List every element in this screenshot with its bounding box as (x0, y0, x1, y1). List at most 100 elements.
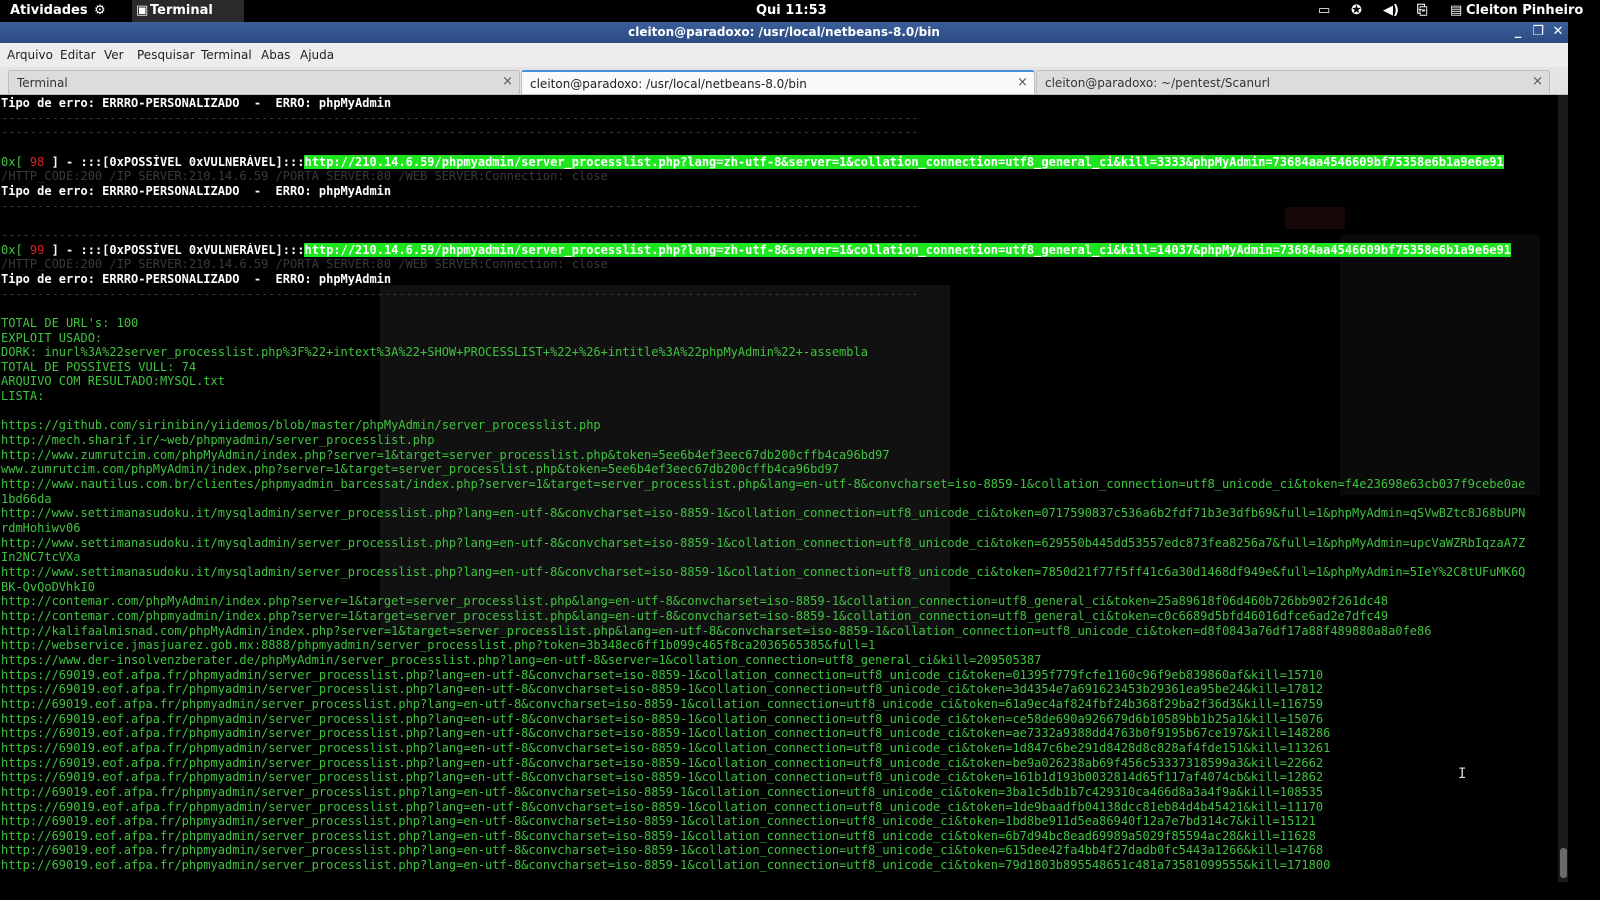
line-prefix: 0x[ (1, 242, 23, 257)
terminal-line: https://69019.eof.afpa.fr/phpmyadmin/ser… (1, 667, 1324, 682)
terminal-line: https://69019.eof.afpa.fr/phpmyadmin/ser… (1, 770, 1324, 785)
terminal-line: In2NC7tcVXa (1, 550, 81, 565)
terminal-line: Tipo de erro: ERRRO-PERSONALIZADO - ERRO… (1, 96, 392, 110)
system-top-bar: Atividades ⚙ ▣ Terminal Qui 11:53 ▭ ✪ ◀)… (0, 0, 1583, 22)
tab-label: cleiton@paradoxo: ~/pentest/Scanurl (1045, 76, 1270, 90)
tab-label: Terminal (17, 76, 68, 90)
menu-ajuda[interactable]: Ajuda (300, 48, 334, 62)
terminal-line: https://69019.eof.afpa.fr/phpmyadmin/ser… (1, 755, 1324, 770)
folder-icon[interactable]: ▭ (1318, 3, 1330, 18)
minimize-icon[interactable]: _ (1510, 24, 1526, 40)
tab-bar: Terminal × cleiton@paradoxo: /usr/local/… (0, 67, 1568, 95)
menu-arquivo[interactable]: Arquivo (7, 48, 53, 62)
terminal-line: www.zumrutcim.com/phpMyAdmin/index.php?s… (1, 462, 840, 477)
terminal-line: ----------------------------------------… (1, 227, 919, 242)
terminal-line: LISTA: (1, 389, 45, 404)
terminal-line: http://webservice.jmasjuarez.gob.mx:8888… (1, 638, 876, 653)
menu-bar: Arquivo Editar Ver Pesquisar Terminal Ab… (0, 43, 1568, 68)
terminal-line: rdmHohiwv06 (1, 521, 81, 536)
line-prefix: 0x[ (1, 154, 23, 169)
terminal-app-icon: ▣ (136, 3, 149, 18)
terminal-line: 0x[ 98 ] - :::[0xPOSSÍVEL 0xVULNERÁVEL]:… (1, 154, 1525, 170)
app-menu[interactable]: ▣ Terminal (132, 0, 244, 22)
terminal-line: http://www.settimanasudoku.it/mysqladmin… (1, 506, 1526, 521)
tab-scanurl[interactable]: cleiton@paradoxo: ~/pentest/Scanurl × (1036, 70, 1550, 94)
terminal-line: /HTTP_CODE:200 /IP SERVER:210.14.6.59 /P… (1, 257, 608, 272)
terminal-line: https://www.der-insolvenzberater.de/phpM… (1, 652, 1042, 667)
menu-ver[interactable]: Ver (104, 48, 124, 62)
tab-close-icon[interactable]: × (1017, 75, 1028, 90)
accessibility-icon[interactable]: ✪ (1351, 3, 1362, 18)
close-icon[interactable]: ✕ (1550, 24, 1566, 40)
tab-close-icon[interactable]: × (502, 74, 513, 89)
terminal-output[interactable]: Tipo de erro: ERRRO-PERSONALIZADO - ERRO… (0, 95, 1558, 882)
menu-abas[interactable]: Abas (261, 48, 290, 62)
terminal-line: http://contemar.com/phpmyadmin/index.php… (1, 608, 1389, 623)
activities-button[interactable]: Atividades (10, 3, 88, 18)
app-menu-label: Terminal (150, 3, 213, 18)
terminal-line: http://69019.eof.afpa.fr/phpmyadmin/serv… (1, 828, 1316, 843)
terminal-line: Tipo de erro: ERRRO-PERSONALIZADO - ERRO… (1, 271, 392, 286)
terminal-line: http://kalifaalmisnad.com/phpMyAdmin/ind… (1, 623, 1432, 638)
terminal-line: http://www.settimanasudoku.it/mysqladmin… (1, 565, 1526, 579)
terminal-line: http://www.settimanasudoku.it/mysqladmin… (1, 535, 1526, 550)
terminal-line: https://github.com/sirinibin/yiidemos/bl… (1, 418, 601, 433)
terminal-line: EXPLOIT USADO: (1, 330, 103, 345)
terminal-line: http://contemar.com/phpMyAdmin/index.php… (1, 594, 1389, 609)
window-title-bar[interactable]: cleiton@paradoxo: /usr/local/netbeans-8.… (0, 22, 1568, 43)
terminal-line: ARQUIVO COM RESULTADO:MYSQL.txt (1, 374, 225, 389)
terminal-line: /HTTP_CODE:200 /IP SERVER:210.14.6.59 /P… (1, 169, 608, 184)
network-icon[interactable]: ⎘ (1417, 3, 1427, 18)
vulnerable-label: ] - :::[0xPOSSÍVEL 0xVULNERÁVEL]::: (51, 242, 305, 257)
maximize-icon[interactable]: ❐ (1530, 24, 1546, 40)
menu-pesquisar[interactable]: Pesquisar (137, 48, 195, 62)
scrollbar-thumb[interactable] (1560, 848, 1567, 878)
terminal-line: https://69019.eof.afpa.fr/phpmyadmin/ser… (1, 682, 1324, 697)
terminal-line: http://www.zumrutcim.com/phpMyAdmin/inde… (1, 447, 890, 462)
window-title: cleiton@paradoxo: /usr/local/netbeans-8.… (628, 25, 940, 39)
tab-close-icon[interactable]: × (1532, 74, 1543, 89)
terminal-line: DORK: inurl%3A%22server_processlist.php%… (1, 345, 868, 360)
menu-editar[interactable]: Editar (60, 48, 96, 62)
terminal-line: http://www.nautilus.com.br/clientes/phpm… (1, 477, 1526, 492)
terminal-lines: Tipo de erro: ERRRO-PERSONALIZADO - ERRO… (1, 96, 1525, 873)
terminal-line: ----------------------------------------… (1, 198, 919, 213)
terminal-line: https://69019.eof.afpa.fr/phpmyadmin/ser… (1, 726, 1331, 741)
terminal-line: https://69019.eof.afpa.fr/phpmyadmin/ser… (1, 711, 1324, 726)
clock[interactable]: Qui 11:53 (756, 3, 827, 18)
terminal-line: TOTAL DE POSSÍVEIS VULL: 74 (1, 359, 197, 374)
tab-label: cleiton@paradoxo: /usr/local/netbeans-8.… (530, 77, 807, 91)
result-number: 98 (22, 154, 52, 169)
terminal-line: TOTAL DE URL's: 100 (1, 315, 139, 330)
terminal-line: 1bd66da (1, 491, 52, 506)
vulnerable-label: ] - :::[0xPOSSÍVEL 0xVULNERÁVEL]::: (51, 154, 305, 169)
terminal-line: https://69019.eof.afpa.fr/phpmyadmin/ser… (1, 740, 1331, 755)
terminal-line: ----------------------------------------… (1, 286, 919, 301)
vulnerable-url[interactable]: http://210.14.6.59/phpmyadmin/server_pro… (304, 154, 1504, 169)
terminal-line: http://69019.eof.afpa.fr/phpmyadmin/serv… (1, 696, 1324, 711)
text-cursor-icon: I (1458, 766, 1467, 782)
terminal-line: Tipo de erro: ERRRO-PERSONALIZADO - ERRO… (1, 183, 392, 198)
user-menu[interactable]: Cleiton Pinheiro (1466, 3, 1583, 18)
tab-netbeans[interactable]: cleiton@paradoxo: /usr/local/netbeans-8.… (521, 70, 1035, 94)
terminal-line: http://69019.eof.afpa.fr/phpmyadmin/serv… (1, 843, 1324, 858)
terminal-line: http://69019.eof.afpa.fr/phpmyadmin/serv… (1, 814, 1316, 829)
vulnerable-url[interactable]: http://210.14.6.59/phpmyadmin/server_pro… (304, 242, 1511, 257)
gnome-foot-icon: ⚙ (94, 3, 106, 18)
tab-terminal[interactable]: Terminal × (8, 70, 520, 94)
terminal-line: http://69019.eof.afpa.fr/phpmyadmin/serv… (1, 858, 1331, 873)
terminal-line: http://mech.sharif.ir/~web/phpmyadmin/se… (1, 433, 435, 448)
terminal-line: BK-QvQoDVhkI0 (1, 579, 95, 594)
menu-terminal[interactable]: Terminal (201, 48, 252, 62)
volume-icon[interactable]: ◀) (1383, 3, 1399, 18)
terminal-scrollbar[interactable] (1558, 95, 1568, 882)
terminal-line: http://69019.eof.afpa.fr/phpmyadmin/serv… (1, 784, 1324, 799)
terminal-line: ----------------------------------------… (1, 125, 919, 140)
result-number: 99 (22, 242, 52, 257)
terminal-line: https://69019.eof.afpa.fr/phpmyadmin/ser… (1, 799, 1324, 814)
terminal-line: ----------------------------------------… (1, 110, 919, 125)
chat-icon[interactable]: ▤ (1450, 3, 1462, 18)
